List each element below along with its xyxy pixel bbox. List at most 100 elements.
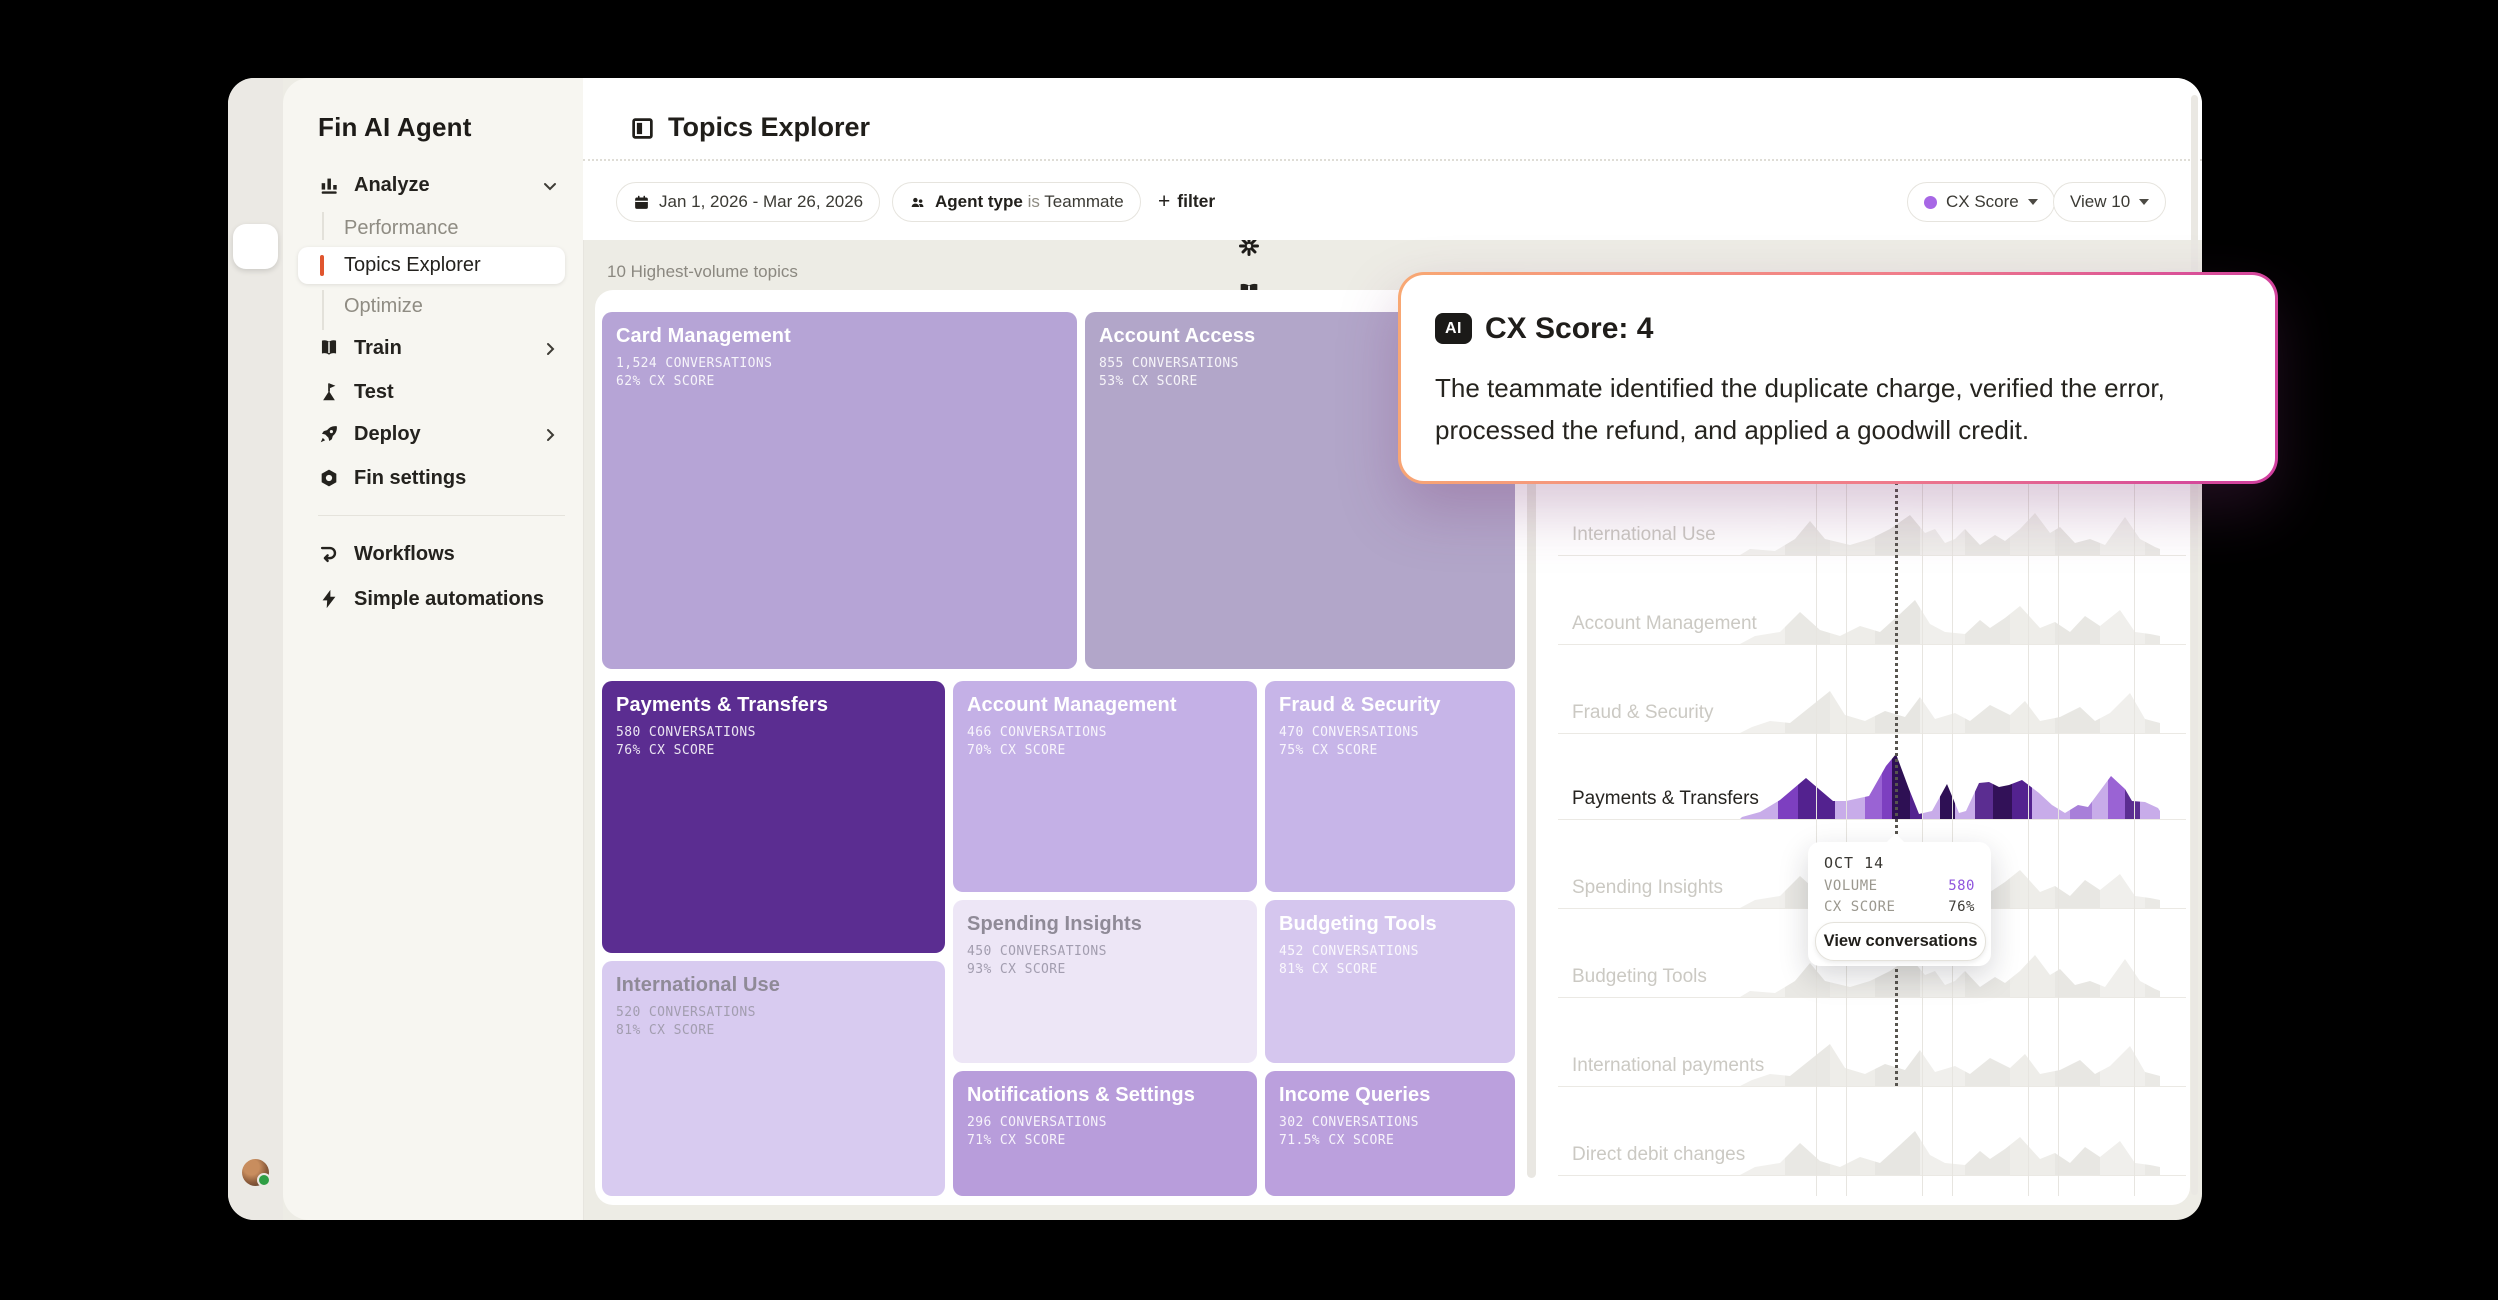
sparkline-row-international-payments[interactable]: International payments	[1558, 997, 2186, 1087]
cell-title: Fraud & Security	[1279, 694, 1501, 717]
cell-stats: 580 CONVERSATIONS 76% CX SCORE	[616, 724, 931, 760]
treemap-cell-payments_transfers[interactable]: Payments & Transfers580 CONVERSATIONS 76…	[602, 681, 945, 953]
treemap-cell-notifications_settings[interactable]: Notifications & Settings296 CONVERSATION…	[953, 1071, 1257, 1196]
nav-item-test[interactable]: Test	[318, 375, 558, 409]
sparkline-row-account-management[interactable]: Account Management	[1558, 555, 2186, 645]
tooltip-cx-value: 76%	[1948, 899, 1975, 915]
sparkline-row-direct-debit-changes[interactable]: Direct debit changes	[1558, 1086, 2186, 1176]
treemap-scrollbar[interactable]	[1527, 478, 1536, 1178]
nav-guide-line	[322, 212, 324, 240]
nav-item-label: Analyze	[354, 174, 430, 197]
cell-stats: 450 CONVERSATIONS 93% CX SCORE	[967, 943, 1243, 979]
treemap-cell-income_queries[interactable]: Income Queries302 CONVERSATIONS 71.5% CX…	[1265, 1071, 1515, 1196]
treemap-cell-spending_insights[interactable]: Spending Insights450 CONVERSATIONS 93% C…	[953, 900, 1257, 1063]
metric-selector[interactable]: CX Score	[1907, 182, 2055, 222]
treemap-cell-budgeting_tools[interactable]: Budgeting Tools 452 CONVERSATIONS 81% CX …	[1265, 900, 1515, 1063]
cell-title: Account Management	[967, 694, 1243, 717]
tooltip-date: OCT 14	[1824, 854, 1884, 872]
calendar-icon	[633, 194, 650, 211]
sparkline	[1740, 1119, 2160, 1175]
plus-icon: +	[1158, 191, 1170, 212]
cell-title: International Use	[616, 974, 931, 997]
callout-body: The teammate identified the duplicate ch…	[1435, 367, 2225, 451]
panel-gridline	[2028, 482, 2029, 1196]
nav-item-label: Train	[354, 337, 402, 360]
nav-item-label: Deploy	[354, 423, 421, 446]
callout-title: CX Score: 4	[1485, 312, 1653, 346]
ai-cx-score-callout: AI CX Score: 4 The teammate identified t…	[1398, 272, 2278, 484]
section-label: 10 Highest-volume topics	[607, 262, 798, 282]
test-flag-icon	[318, 381, 340, 403]
train-book-icon	[318, 337, 340, 359]
row-label: Budgeting Tools	[1572, 966, 1707, 988]
nav-item-label: Workflows	[354, 543, 455, 566]
date-range-label: Jan 1, 2026 - Mar 26, 2026	[659, 192, 863, 212]
chevron-right-icon	[542, 340, 558, 356]
panel-gridline	[2134, 482, 2135, 1196]
user-avatar[interactable]	[242, 1159, 269, 1186]
cell-title: Card Management	[616, 325, 1063, 348]
nav-item-label: Fin settings	[354, 467, 466, 490]
row-label: Fraud & Security	[1572, 702, 1714, 724]
tooltip-cx-label: CX SCORE	[1824, 899, 1895, 915]
datapoint-tooltip: OCT 14 VOLUME580 CX SCORE76% View conver…	[1808, 842, 1991, 966]
window-scrollbar[interactable]	[2191, 95, 2198, 1195]
hover-cursor-line	[1895, 482, 1898, 1086]
row-label: International payments	[1572, 1055, 1764, 1077]
sparkline-row-fraud-security[interactable]: Fraud & Security	[1558, 644, 2186, 734]
add-filter-label: filter	[1177, 191, 1215, 212]
cell-stats: 470 CONVERSATIONS 75% CX SCORE	[1279, 724, 1501, 760]
filter-value: Teammate	[1044, 192, 1123, 211]
cell-title: Notifications & Settings	[967, 1084, 1243, 1107]
ai-badge: AI	[1435, 313, 1472, 344]
treemap-cell-card_management[interactable]: Card Management1,524 CONVERSATIONS 62% C…	[602, 312, 1077, 669]
workflows-loop-icon	[318, 543, 340, 565]
add-filter-button[interactable]: + filter	[1158, 191, 1215, 212]
sparkline	[1740, 677, 2160, 733]
view-conversations-button[interactable]: View conversations	[1815, 922, 1986, 961]
sparkline-row-payments-transfers[interactable]: Payments & Transfers	[1558, 730, 2186, 820]
nav-title: Fin AI Agent	[318, 112, 472, 143]
nav-item-train[interactable]: Train	[318, 331, 558, 365]
row-label: Spending Insights	[1572, 877, 1723, 899]
nav-item-fin-settings[interactable]: Fin settings	[318, 461, 558, 495]
nav-item-optimize[interactable]: Optimize	[344, 295, 423, 318]
nav-guide-line	[322, 290, 324, 330]
nav-item-simple-automations[interactable]: Simple automations	[318, 582, 558, 616]
nav-item-analyze[interactable]: Analyze	[318, 168, 558, 202]
tooltip-volume-value: 580	[1948, 878, 1975, 894]
cx-score-dot	[1924, 196, 1937, 209]
agent-type-people-icon	[909, 194, 926, 211]
nav-item-topics-explorer-selected[interactable]: Topics Explorer	[298, 247, 565, 284]
rail-active-indicator	[233, 224, 278, 269]
panel-gridline	[1952, 482, 1953, 1196]
panel-gridline	[1922, 482, 1923, 1196]
cell-stats: 452 CONVERSATIONS 81% CX SCORE	[1279, 943, 1501, 979]
cell-title: Budgeting Tools	[1279, 913, 1501, 936]
treemap-cell-account_management[interactable]: Account Management 466 CONVERSATIONS 70% …	[953, 681, 1257, 892]
nav-divider	[318, 515, 565, 516]
nav-item-performance[interactable]: Performance	[344, 217, 459, 240]
selected-indicator-bar	[320, 255, 324, 276]
header-divider	[583, 159, 2202, 161]
nav-item-label: Topics Explorer	[344, 254, 481, 277]
agent-type-filter[interactable]: Agent type is Teammate	[892, 182, 1141, 222]
chevron-down-icon	[542, 177, 558, 193]
nav-item-deploy[interactable]: Deploy	[318, 417, 558, 451]
cell-stats: 302 CONVERSATIONS 71.5% CX SCORE	[1279, 1114, 1501, 1150]
row-label: Direct debit changes	[1572, 1144, 1745, 1166]
nav-item-workflows[interactable]: Workflows	[318, 537, 558, 571]
nav-item-label: Simple automations	[354, 588, 544, 611]
treemap-cell-international_use[interactable]: International Use520 CONVERSATIONS 81% C…	[602, 961, 945, 1196]
deploy-rocket-icon	[318, 423, 340, 445]
analyze-chart-icon	[318, 174, 340, 196]
date-range-filter[interactable]: Jan 1, 2026 - Mar 26, 2026	[616, 182, 880, 222]
view-count-label: View 10	[2070, 192, 2130, 212]
treemap-cell-fraud_security[interactable]: Fraud & Security 470 CONVERSATIONS 75% CX…	[1265, 681, 1515, 892]
sparkline	[1740, 1030, 2160, 1086]
view-count-selector[interactable]: View 10	[2053, 182, 2166, 222]
row-label: Payments & Transfers	[1572, 788, 1759, 810]
topics-explorer-icon	[630, 116, 655, 141]
cell-stats: 466 CONVERSATIONS 70% CX SCORE	[967, 724, 1243, 760]
filter-key: Agent type	[935, 192, 1023, 211]
